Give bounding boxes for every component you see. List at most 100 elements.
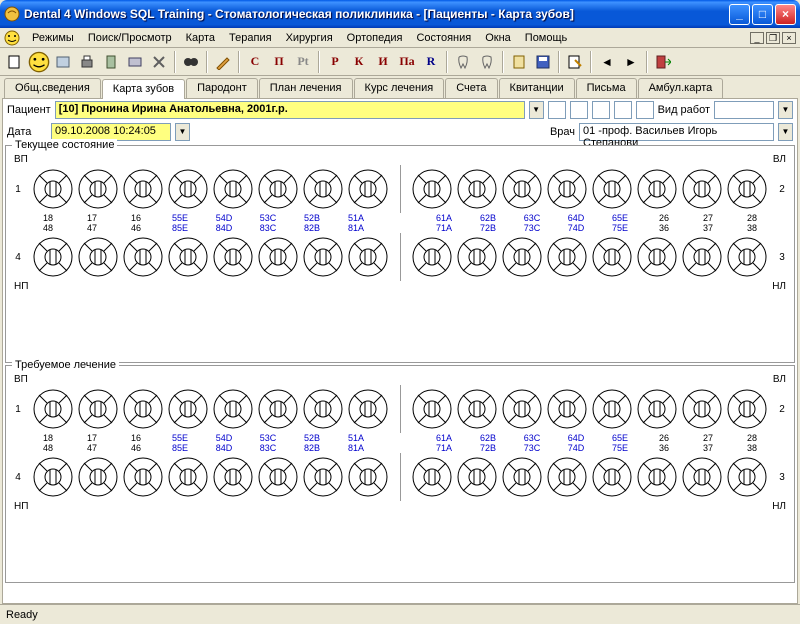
tooth[interactable] <box>301 236 345 278</box>
tab-parodont[interactable]: Пародонт <box>186 78 258 98</box>
tooth[interactable] <box>31 456 75 498</box>
tool-tooth2[interactable] <box>476 51 498 73</box>
mdi-minimize[interactable]: _ <box>750 32 764 44</box>
tooth[interactable] <box>256 168 300 210</box>
tooth[interactable] <box>590 236 634 278</box>
tool-save[interactable] <box>532 51 554 73</box>
mdi-restore[interactable]: ❐ <box>766 32 780 44</box>
tooth[interactable] <box>76 388 120 430</box>
tab-general[interactable]: Общ.сведения <box>4 78 101 98</box>
tab-receipts[interactable]: Квитанции <box>499 78 575 98</box>
tooth[interactable] <box>256 388 300 430</box>
tool-pencil[interactable] <box>212 51 234 73</box>
work-dropdown[interactable]: ▼ <box>778 101 793 119</box>
tool-next[interactable]: ► <box>620 51 642 73</box>
tooth[interactable] <box>301 388 345 430</box>
filter-box-3[interactable] <box>592 101 610 119</box>
tooth[interactable] <box>211 168 255 210</box>
tooth[interactable] <box>545 236 589 278</box>
tooth[interactable] <box>410 236 454 278</box>
menu-windows[interactable]: Окна <box>479 30 517 46</box>
tooth[interactable] <box>346 388 390 430</box>
menu-surgery[interactable]: Хирургия <box>280 30 339 46</box>
tooth[interactable] <box>301 456 345 498</box>
doctor-field[interactable]: 01 -проф. Васильев Игорь Степанови <box>579 123 774 141</box>
tooth[interactable] <box>725 168 769 210</box>
filter-box-4[interactable] <box>614 101 632 119</box>
patient-field[interactable]: [10] Пронина Ирина Анатольевна, 2001г.р. <box>55 101 525 119</box>
menu-modes[interactable]: Режимы <box>26 30 80 46</box>
tooth[interactable] <box>635 236 679 278</box>
tab-plan[interactable]: План лечения <box>259 78 353 98</box>
tooth[interactable] <box>545 456 589 498</box>
tool-phone[interactable] <box>100 51 122 73</box>
tool-device[interactable] <box>124 51 146 73</box>
menu-orthopedics[interactable]: Ортопедия <box>341 30 409 46</box>
tooth[interactable] <box>680 168 724 210</box>
tooth[interactable] <box>211 456 255 498</box>
tool-edit[interactable] <box>564 51 586 73</box>
tooth[interactable] <box>31 168 75 210</box>
tooth[interactable] <box>680 236 724 278</box>
tooth[interactable] <box>76 456 120 498</box>
tooth[interactable] <box>346 456 390 498</box>
mdi-close[interactable]: × <box>782 32 796 44</box>
menu-help[interactable]: Помощь <box>519 30 574 46</box>
tooth[interactable] <box>545 388 589 430</box>
menu-states[interactable]: Состояния <box>410 30 477 46</box>
tooth[interactable] <box>455 236 499 278</box>
tooth[interactable] <box>256 236 300 278</box>
tab-bills[interactable]: Счета <box>445 78 497 98</box>
tool-prev[interactable]: ◄ <box>596 51 618 73</box>
tooth[interactable] <box>301 168 345 210</box>
tooth[interactable] <box>680 456 724 498</box>
tooth[interactable] <box>635 388 679 430</box>
filter-box-1[interactable] <box>548 101 566 119</box>
tooth[interactable] <box>500 168 544 210</box>
tooth[interactable] <box>725 388 769 430</box>
tool-i[interactable]: И <box>372 51 394 73</box>
tooth[interactable] <box>410 388 454 430</box>
menu-chart[interactable]: Карта <box>180 30 221 46</box>
tooth[interactable] <box>455 388 499 430</box>
tooth[interactable] <box>76 236 120 278</box>
tooth[interactable] <box>256 456 300 498</box>
tooth[interactable] <box>725 236 769 278</box>
tab-teeth-chart[interactable]: Карта зубов <box>102 79 185 99</box>
tool-binoculars[interactable] <box>180 51 202 73</box>
tool-cards[interactable] <box>52 51 74 73</box>
maximize-button[interactable]: □ <box>752 4 773 25</box>
close-button[interactable]: × <box>775 4 796 25</box>
tooth[interactable] <box>635 456 679 498</box>
tool-pt[interactable]: Pt <box>292 51 314 73</box>
tooth[interactable] <box>410 168 454 210</box>
tooth[interactable] <box>31 236 75 278</box>
work-field[interactable] <box>714 101 774 119</box>
minimize-button[interactable]: _ <box>729 4 750 25</box>
tooth[interactable] <box>211 236 255 278</box>
tooth[interactable] <box>500 236 544 278</box>
tooth[interactable] <box>166 168 210 210</box>
tooth[interactable] <box>455 456 499 498</box>
tool-r2[interactable]: R <box>420 51 442 73</box>
tooth[interactable] <box>211 388 255 430</box>
tool-tooth1[interactable] <box>452 51 474 73</box>
tooth[interactable] <box>680 388 724 430</box>
tool-k[interactable]: К <box>348 51 370 73</box>
tooth[interactable] <box>346 168 390 210</box>
tooth[interactable] <box>121 236 165 278</box>
tooth[interactable] <box>410 456 454 498</box>
tool-r1[interactable]: Р <box>324 51 346 73</box>
tooth[interactable] <box>725 456 769 498</box>
tooth[interactable] <box>121 168 165 210</box>
tooth[interactable] <box>166 236 210 278</box>
date-dropdown[interactable]: ▼ <box>175 123 190 141</box>
tooth[interactable] <box>121 456 165 498</box>
tool-exit[interactable] <box>652 51 674 73</box>
tooth[interactable] <box>121 388 165 430</box>
tooth[interactable] <box>500 388 544 430</box>
menu-search[interactable]: Поиск/Просмотр <box>82 30 178 46</box>
tooth[interactable] <box>590 388 634 430</box>
tool-p[interactable]: П <box>268 51 290 73</box>
tab-course[interactable]: Курс лечения <box>354 78 445 98</box>
